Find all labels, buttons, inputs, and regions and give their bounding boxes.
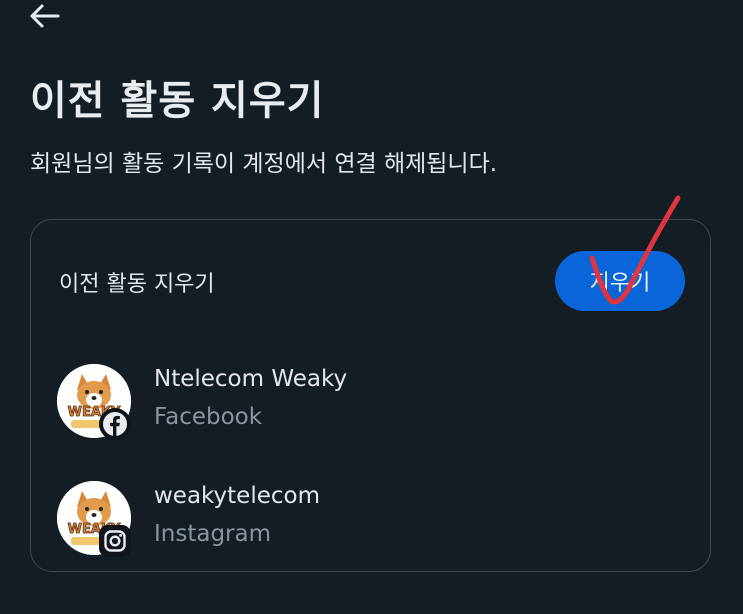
account-name: weakytelecom [154,483,320,509]
account-item: WEAKY weakytelecom Instagram [57,481,677,561]
page-title: 이전 활동 지우기 [30,78,325,124]
facebook-icon [99,408,131,440]
account-name: Ntelecom Weaky [154,366,348,392]
clear-previous-activity-screen: 이전 활동 지우기 회원님의 활동 기록이 계정에서 연결 해제됩니다. 이전 … [0,0,743,614]
account-platform: Instagram [154,521,272,547]
account-platform: Facebook [154,404,263,430]
page-subtitle: 회원님의 활동 기록이 계정에서 연결 해제됩니다. [30,151,498,177]
card-title: 이전 활동 지우기 [59,272,215,297]
clear-button[interactable]: 지우기 [555,251,685,311]
arrow-left-icon [28,3,60,29]
back-button[interactable] [28,0,68,32]
instagram-icon [99,525,131,557]
clear-activity-card: 이전 활동 지우기 지우기 WEAKY Ntelecom Weaky Faceb… [30,219,711,572]
account-item: WEAKY Ntelecom Weaky Facebook [57,364,677,444]
